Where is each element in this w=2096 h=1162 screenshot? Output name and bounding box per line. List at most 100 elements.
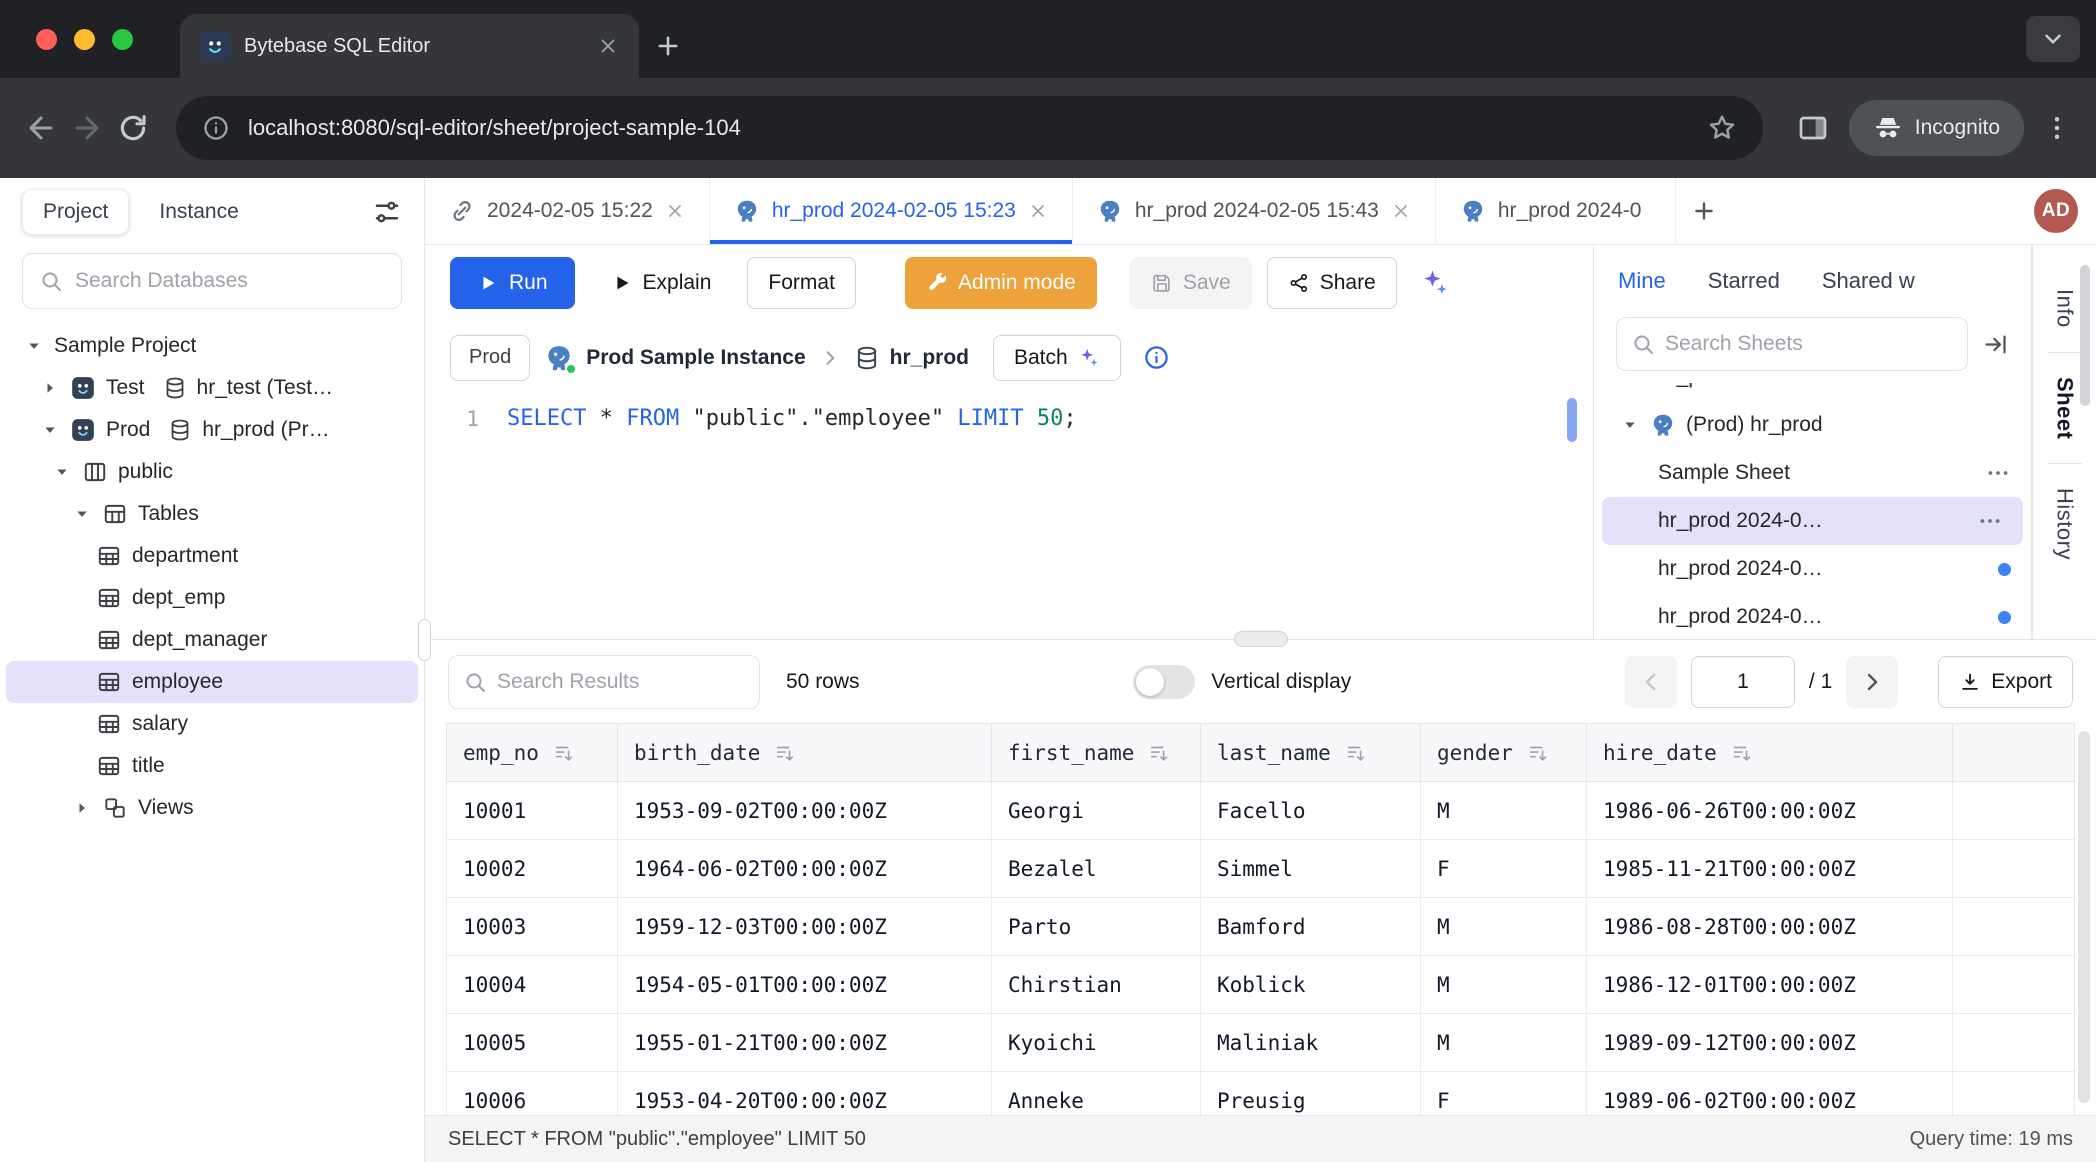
panel-resize-handle[interactable]	[1234, 631, 1288, 647]
sheet-tab[interactable]: 2024-02-05 15:22	[425, 178, 710, 244]
site-info-icon[interactable]	[202, 114, 230, 142]
sheet-item[interactable]: hr_prod 2024-0…	[1602, 497, 2023, 545]
side-panel-icon[interactable]	[1797, 112, 1829, 144]
sheet-panel-tab-mine[interactable]: Mine	[1618, 268, 1666, 294]
save-button[interactable]: Save	[1130, 257, 1252, 309]
results-scrollbar[interactable]	[2078, 731, 2090, 1103]
sort-icon[interactable]	[1527, 742, 1549, 764]
caret-right-icon[interactable]	[40, 378, 60, 398]
add-sheet-button[interactable]	[1676, 178, 1732, 244]
sidebar-switch-project[interactable]: Project	[22, 189, 129, 235]
admin-mode-button[interactable]: Admin mode	[905, 257, 1097, 309]
caret-down-icon[interactable]	[52, 462, 72, 482]
sheet-item[interactable]: hr_prod 2024-0…	[1594, 593, 2031, 639]
column-header-last-name[interactable]: last_name	[1201, 724, 1421, 782]
minimize-window-button[interactable]	[74, 29, 95, 50]
reload-icon[interactable]	[116, 111, 150, 145]
close-icon[interactable]	[1028, 201, 1048, 221]
tree-item-department[interactable]: department	[0, 535, 424, 577]
prev-page-button[interactable]	[1625, 656, 1677, 708]
explain-button[interactable]: Explain	[590, 257, 733, 309]
tree-item-dept-manager[interactable]: dept_manager	[0, 619, 424, 661]
forward-icon[interactable]	[70, 111, 104, 145]
sheet-search-input[interactable]	[1665, 332, 1953, 356]
bookmark-star-icon[interactable]	[1707, 113, 1737, 143]
close-icon[interactable]	[1391, 201, 1411, 221]
back-icon[interactable]	[24, 111, 58, 145]
tree-item-prod[interactable]: Prodhr_prod (Pr…	[0, 409, 424, 451]
caret-down-icon[interactable]	[72, 504, 92, 524]
tree-item-title[interactable]: title	[0, 745, 424, 787]
collapse-panel-icon[interactable]	[1982, 331, 2009, 358]
vertical-display-toggle[interactable]	[1133, 665, 1195, 699]
sheet-group[interactable]: (Prod) hr_prod	[1594, 401, 2031, 449]
sort-icon[interactable]	[1148, 742, 1170, 764]
tree-item-salary[interactable]: salary	[0, 703, 424, 745]
caret-down-icon[interactable]	[1620, 415, 1640, 435]
close-window-button[interactable]	[36, 29, 57, 50]
share-button[interactable]: Share	[1267, 257, 1397, 309]
sidebar-resize-handle[interactable]	[418, 619, 431, 661]
filter-settings-icon[interactable]	[372, 197, 402, 227]
batch-button[interactable]: Batch	[993, 335, 1121, 381]
sheet-item[interactable]: Sample Sheet	[1594, 449, 2031, 497]
caret-down-icon[interactable]	[24, 336, 44, 356]
column-header-hire-date[interactable]: hire_date	[1587, 724, 1953, 782]
caret-down-icon[interactable]	[40, 420, 60, 440]
sheet-search[interactable]	[1616, 317, 1968, 371]
sidebar-switch-instance[interactable]: Instance	[139, 190, 258, 234]
dots-icon[interactable]	[1985, 460, 2011, 486]
sheet-item[interactable]: hr_prod 2024-0…	[1594, 545, 2031, 593]
editor-scrollbar[interactable]	[1567, 398, 1577, 442]
dots-icon[interactable]	[1977, 508, 2003, 534]
tree-item-public[interactable]: public	[0, 451, 424, 493]
column-header-first-name[interactable]: first_name	[992, 724, 1201, 782]
rail-tab-sheet[interactable]: Sheet	[2052, 353, 2078, 463]
sheet-tab[interactable]: hr_prod 2024-02-05 15:43	[1073, 178, 1436, 244]
page-input[interactable]	[1691, 656, 1795, 708]
format-button[interactable]: Format	[747, 257, 856, 309]
sort-icon[interactable]	[553, 742, 575, 764]
rail-tab-history[interactable]: History	[2052, 464, 2078, 584]
zoom-window-button[interactable]	[112, 29, 133, 50]
results-search-input[interactable]	[497, 670, 745, 694]
sort-icon[interactable]	[774, 742, 796, 764]
database-search[interactable]	[22, 253, 402, 309]
next-page-button[interactable]	[1846, 656, 1898, 708]
close-icon[interactable]	[665, 201, 685, 221]
sheet-tab[interactable]: hr_prod 2024-02-05 15:23	[710, 178, 1073, 244]
tree-item-dept-emp[interactable]: dept_emp	[0, 577, 424, 619]
new-tab-button[interactable]	[639, 14, 697, 78]
sort-icon[interactable]	[1731, 742, 1753, 764]
sheet-panel-tab-starred[interactable]: Starred	[1708, 268, 1780, 294]
database-selector[interactable]: hr_prod	[854, 345, 969, 371]
caret-right-icon[interactable]	[72, 798, 92, 818]
tree-item-test[interactable]: Testhr_test (Test…	[0, 367, 424, 409]
sheet-item[interactable]: hr_prod 2024-0…	[1594, 383, 2031, 401]
browser-menu-icon[interactable]	[2042, 113, 2072, 143]
address-bar[interactable]: localhost:8080/sql-editor/sheet/project-…	[176, 96, 1763, 160]
column-header-gender[interactable]: gender	[1421, 724, 1587, 782]
instance-selector[interactable]: Prod Sample Instance	[544, 343, 805, 373]
database-search-input[interactable]	[75, 269, 385, 293]
close-tab-icon[interactable]	[597, 35, 619, 57]
tree-item-employee[interactable]: employee	[6, 661, 418, 703]
run-button[interactable]: Run	[450, 257, 575, 309]
tree-item-tables[interactable]: Tables	[0, 493, 424, 535]
tree-item-views[interactable]: Views	[0, 787, 424, 829]
column-header-birth-date[interactable]: birth_date	[618, 724, 992, 782]
column-header-emp-no[interactable]: emp_no	[447, 724, 618, 782]
sql-editor[interactable]: 1 SELECT * FROM "public"."employee" LIMI…	[425, 394, 1593, 639]
user-avatar[interactable]: AD	[2034, 189, 2078, 233]
rail-tab-info[interactable]: Info	[2052, 265, 2078, 352]
connection-info-icon[interactable]	[1143, 344, 1170, 371]
sheet-panel-tab-shared-w[interactable]: Shared w	[1822, 268, 1915, 294]
sheet-tab[interactable]: hr_prod 2024-0	[1436, 178, 1676, 244]
browser-tab[interactable]: Bytebase SQL Editor	[180, 14, 639, 78]
export-button[interactable]: Export	[1938, 656, 2073, 708]
tree-item-sample-project[interactable]: Sample Project	[0, 325, 424, 367]
results-search[interactable]	[448, 655, 760, 709]
ai-assistant-button[interactable]	[1412, 260, 1458, 306]
tab-search-button[interactable]	[2026, 16, 2080, 62]
sort-icon[interactable]	[1345, 742, 1367, 764]
